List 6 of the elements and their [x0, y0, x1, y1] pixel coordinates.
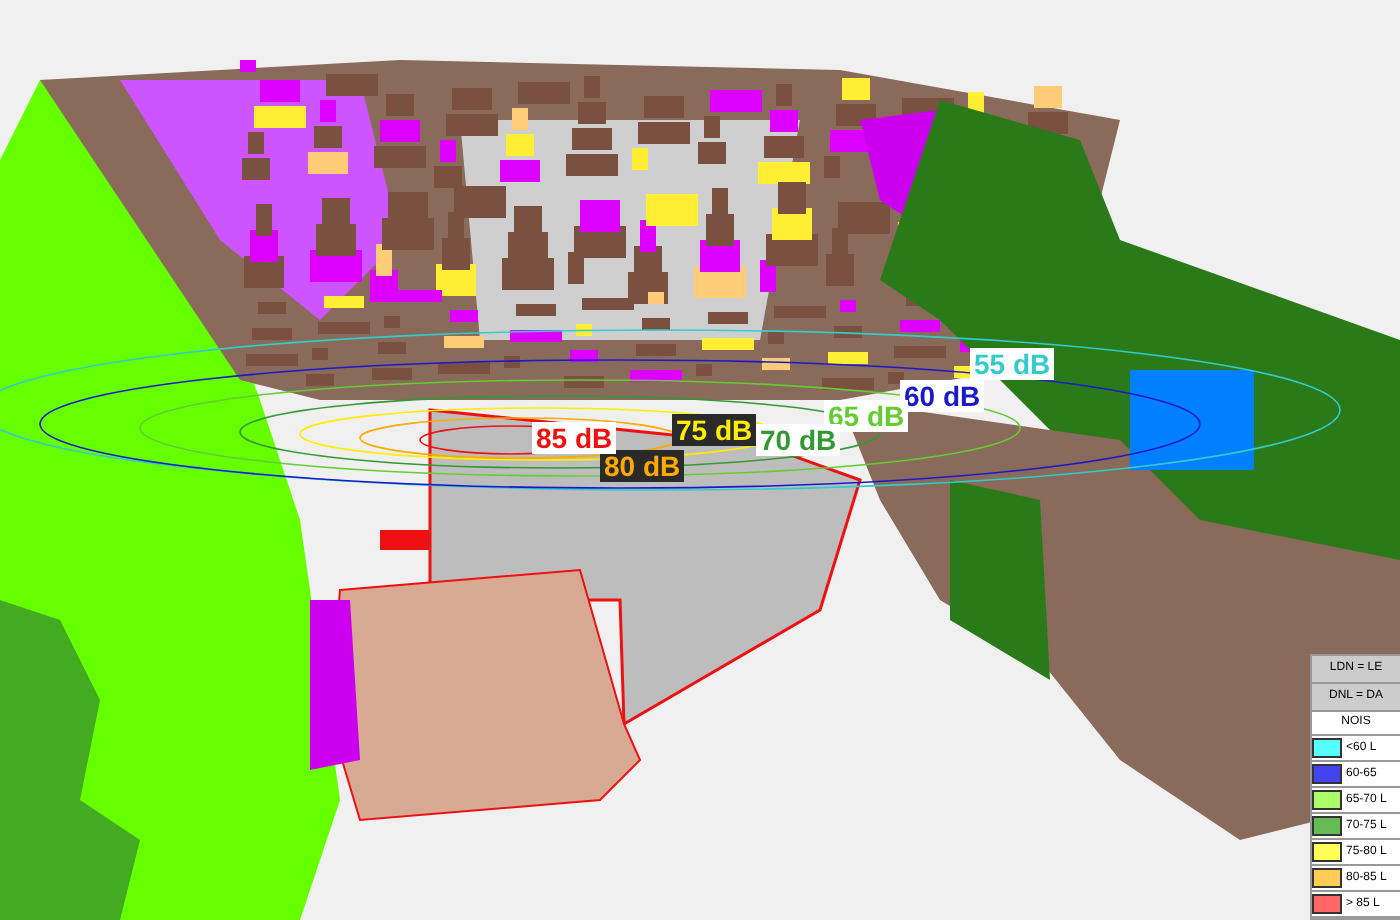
contour-label: 85 dB — [536, 424, 613, 452]
contour-label: 60 dB — [904, 382, 981, 410]
contour-label: 55 dB — [974, 350, 1051, 378]
contour-label: 75 dB — [676, 416, 753, 444]
contour-label: 80 dB — [604, 452, 681, 480]
contour-label: 70 dB — [760, 426, 837, 454]
